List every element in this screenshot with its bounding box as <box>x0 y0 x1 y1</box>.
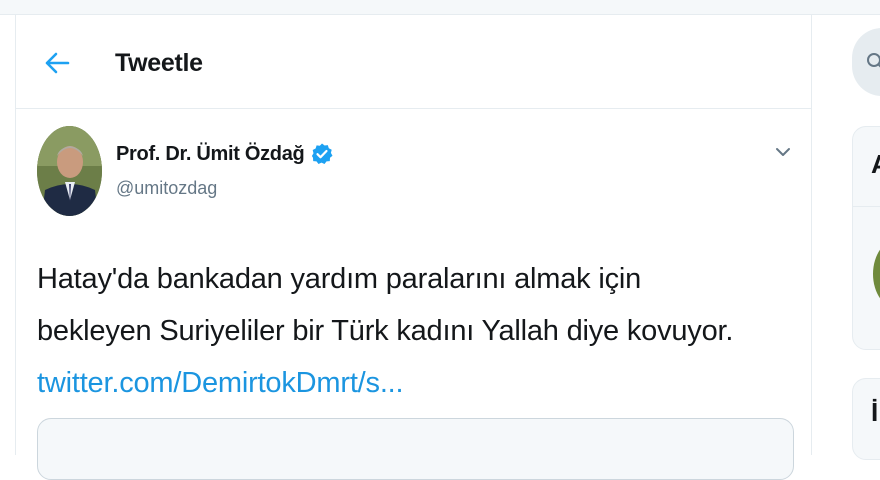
divider <box>853 206 880 207</box>
author-name-text: Prof. Dr. Ümit Özdağ <box>116 142 305 165</box>
author-name[interactable]: Prof. Dr. Ümit Özdağ <box>116 142 334 166</box>
tweet-body: Hatay'da bankadan yardım paralarını alma… <box>37 253 797 409</box>
page-title: Tweetle <box>115 49 203 77</box>
top-bar <box>0 0 880 15</box>
author-handle[interactable]: @umitozdag <box>116 178 217 199</box>
panel-title: A <box>871 149 880 180</box>
avatar-image <box>37 126 102 216</box>
sidebar-column: A İ <box>820 0 880 460</box>
verified-badge-icon <box>312 143 333 164</box>
avatar[interactable] <box>873 239 880 309</box>
page-header: Tweetle <box>16 15 811 109</box>
chevron-down-icon[interactable] <box>772 141 794 163</box>
search-box[interactable] <box>852 28 880 96</box>
tweet-text-line: Hatay'da bankadan yardım paralarını alma… <box>37 263 642 295</box>
link-card-preview[interactable] <box>37 418 794 480</box>
author-avatar[interactable] <box>37 126 102 216</box>
back-button[interactable] <box>41 47 73 79</box>
search-icon <box>867 53 880 68</box>
sidebar-panel: A <box>852 126 880 350</box>
panel-title: İ <box>871 397 879 427</box>
tweet-text-line: bekleyen Suriyeliler bir Türk kadını Yal… <box>37 315 734 347</box>
arrow-left-icon <box>45 52 70 74</box>
sidebar-panel: İ <box>852 378 880 460</box>
primary-column: Tweetle Prof. Dr. Ümit Özdağ @umitozdag … <box>15 15 812 480</box>
tweet-link[interactable]: twitter.com/DemirtokDmrt/s... <box>37 367 404 399</box>
